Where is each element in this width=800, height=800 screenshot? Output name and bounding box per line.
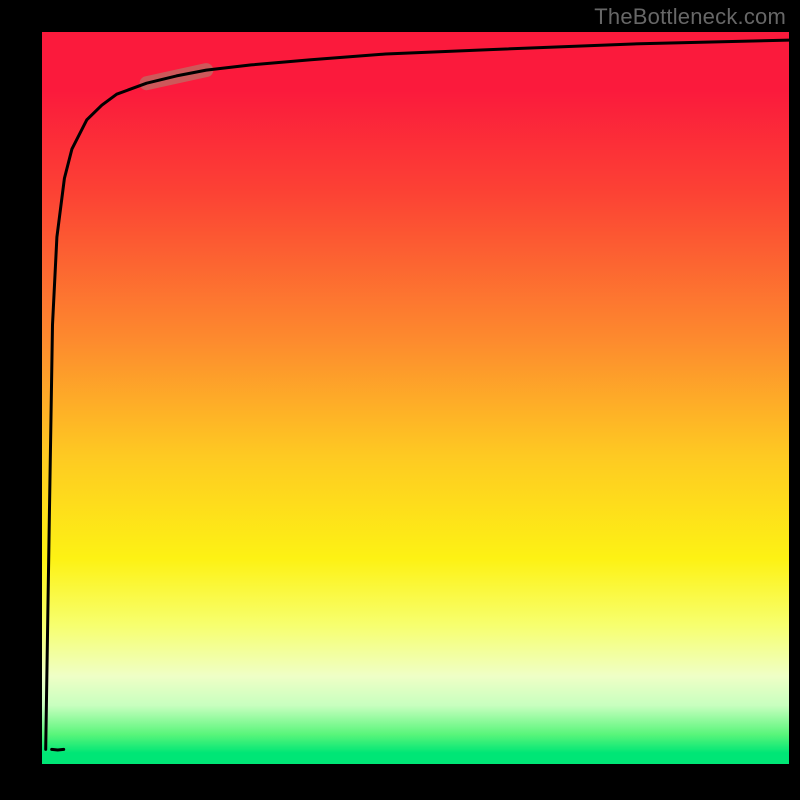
plot-area [42, 32, 789, 764]
chart-stage: TheBottleneck.com [0, 0, 800, 800]
watermark-text: TheBottleneck.com [594, 4, 786, 30]
